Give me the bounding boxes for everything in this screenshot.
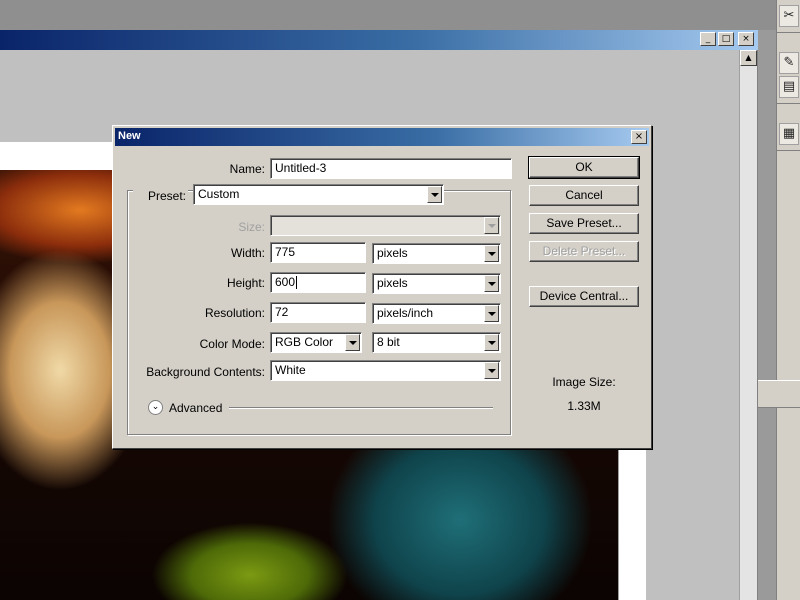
name-value: Untitled-3 bbox=[275, 161, 327, 175]
background-contents-value: White bbox=[275, 363, 306, 377]
height-input[interactable]: 600 bbox=[270, 272, 366, 293]
resolution-unit-value: pixels/inch bbox=[377, 306, 434, 320]
resolution-label: Resolution: bbox=[204, 306, 265, 320]
chevron-down-icon[interactable] bbox=[484, 305, 499, 322]
double-chevron-down-icon: ⌄ bbox=[151, 402, 160, 412]
brush-icon[interactable]: ✎ bbox=[779, 52, 799, 74]
resolution-value: 72 bbox=[275, 305, 289, 319]
width-unit-select[interactable]: pixels bbox=[372, 243, 501, 264]
palette-group-top: ✂ bbox=[777, 0, 800, 33]
tools-icon[interactable]: ✂ bbox=[779, 5, 799, 27]
name-label: Name: bbox=[229, 162, 265, 176]
chevron-down-icon[interactable] bbox=[484, 245, 499, 262]
background-contents-label: Background Contents: bbox=[146, 365, 265, 379]
close-window-button[interactable]: × bbox=[738, 32, 754, 46]
chevron-down-icon[interactable] bbox=[427, 186, 442, 203]
advanced-label[interactable]: Advanced bbox=[169, 401, 222, 415]
size-label: Size: bbox=[238, 220, 265, 234]
chevron-down-icon[interactable] bbox=[345, 334, 360, 351]
save-preset-button[interactable]: Save Preset... bbox=[529, 213, 639, 234]
dialog-titlebar[interactable]: New × bbox=[115, 128, 649, 146]
width-value: 775 bbox=[275, 245, 296, 259]
vertical-scrollbar[interactable]: ▲ bbox=[739, 50, 757, 600]
width-input[interactable]: 775 bbox=[270, 242, 366, 263]
chevron-down-icon[interactable] bbox=[484, 275, 499, 292]
palette-group-bottom: ▦ bbox=[777, 118, 800, 151]
bit-depth-value: 8 bit bbox=[377, 335, 400, 349]
preset-value: Custom bbox=[198, 187, 240, 201]
dialog-close-button[interactable]: × bbox=[631, 130, 647, 144]
image-size-value: 1.33M bbox=[567, 399, 601, 413]
width-label: Width: bbox=[230, 246, 265, 260]
layers-icon[interactable]: ▦ bbox=[779, 123, 799, 145]
scroll-up-arrow-icon[interactable]: ▲ bbox=[740, 50, 757, 66]
document-window-controls: _ □ × bbox=[700, 32, 754, 46]
palette-dock-bar bbox=[758, 380, 800, 408]
device-central-button[interactable]: Device Central... bbox=[529, 286, 639, 307]
preset-label: Preset: bbox=[133, 189, 188, 203]
app-top-bar bbox=[0, 0, 800, 30]
image-size-label: Image Size: bbox=[552, 375, 616, 389]
new-document-dialog: New × Name: Untitled-3 Preset: Custom Si… bbox=[112, 125, 652, 449]
cancel-button[interactable]: Cancel bbox=[529, 185, 639, 206]
delete-preset-button: Delete Preset... bbox=[529, 241, 639, 262]
ok-button[interactable]: OK bbox=[528, 156, 640, 179]
tool-palette: ✂ ✎ ▤ ▦ bbox=[776, 0, 800, 600]
chevron-down-icon[interactable] bbox=[484, 362, 499, 379]
background-contents-select[interactable]: White bbox=[270, 360, 501, 381]
color-mode-value: RGB Color bbox=[275, 335, 334, 349]
width-unit-value: pixels bbox=[377, 246, 408, 260]
size-select bbox=[270, 215, 501, 236]
height-label: Height: bbox=[226, 276, 265, 290]
resolution-unit-select[interactable]: pixels/inch bbox=[372, 303, 501, 324]
text-caret bbox=[296, 276, 298, 290]
advanced-expand-button[interactable]: ⌄ bbox=[148, 400, 163, 415]
name-input[interactable]: Untitled-3 bbox=[270, 158, 512, 179]
palette-group-mid: ✎ ▤ bbox=[777, 47, 800, 104]
minimize-button[interactable]: _ bbox=[700, 32, 716, 46]
chevron-down-icon bbox=[484, 217, 499, 234]
height-value: 600 bbox=[275, 275, 296, 289]
maximize-button[interactable]: □ bbox=[718, 32, 734, 46]
height-unit-value: pixels bbox=[377, 276, 408, 290]
color-mode-label: Color Mode: bbox=[199, 337, 265, 351]
document-titlebar: _ □ × bbox=[0, 30, 758, 50]
dialog-title: New bbox=[118, 130, 141, 142]
advanced-divider bbox=[229, 407, 493, 409]
chevron-down-icon[interactable] bbox=[484, 334, 499, 351]
height-unit-select[interactable]: pixels bbox=[372, 273, 501, 294]
color-mode-select[interactable]: RGB Color bbox=[270, 332, 362, 353]
close-icon: × bbox=[634, 131, 644, 142]
stamp-icon[interactable]: ▤ bbox=[779, 76, 799, 98]
bit-depth-select[interactable]: 8 bit bbox=[372, 332, 501, 353]
resolution-input[interactable]: 72 bbox=[270, 302, 366, 323]
canvas-edge bbox=[618, 450, 646, 600]
preset-select[interactable]: Custom bbox=[193, 184, 444, 205]
